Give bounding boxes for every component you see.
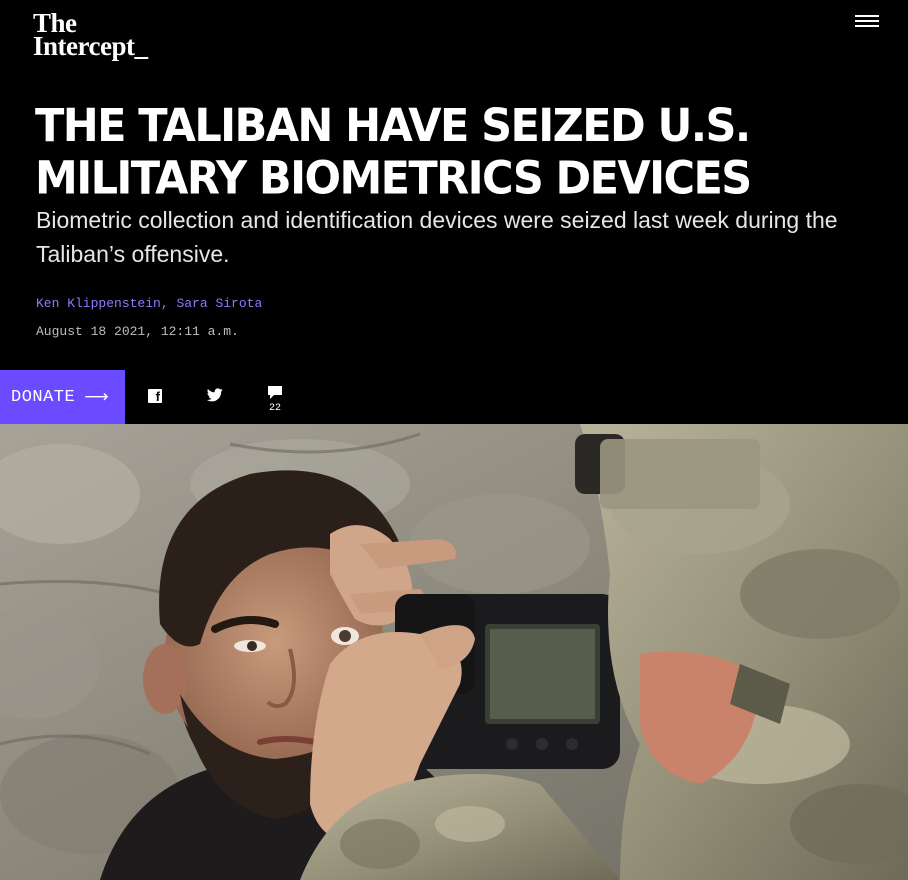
comments-button[interactable]: 22: [262, 386, 288, 416]
author-separator: ,: [160, 296, 177, 311]
hero-image: [0, 424, 908, 880]
logo-line-2: Intercept_: [33, 31, 148, 61]
comment-count: 22: [268, 403, 281, 414]
site-logo[interactable]: The Intercept_: [33, 10, 148, 61]
comment-bubble-icon: [268, 386, 282, 399]
byline: Ken Klippenstein, Sara Sirota: [36, 296, 262, 311]
author-link[interactable]: Sara Sirota: [176, 296, 262, 311]
article-page: The Intercept_ The Taliban Have Seized U…: [0, 0, 908, 880]
author-link[interactable]: Ken Klippenstein: [36, 296, 161, 311]
hamburger-menu-icon[interactable]: [855, 15, 881, 31]
twitter-icon[interactable]: [206, 388, 223, 402]
donate-label: DONATE: [11, 387, 76, 407]
article-subhead: Biometric collection and identification …: [36, 207, 838, 267]
facebook-icon[interactable]: f: [148, 389, 162, 403]
article-headline: The Taliban Have Seized U.S. Military Bi…: [35, 100, 752, 205]
donate-button[interactable]: DONATE ⟶: [0, 370, 125, 424]
arrow-right-icon: ⟶: [84, 387, 110, 407]
publish-date: August 18 2021, 12:11 a.m.: [36, 324, 239, 339]
